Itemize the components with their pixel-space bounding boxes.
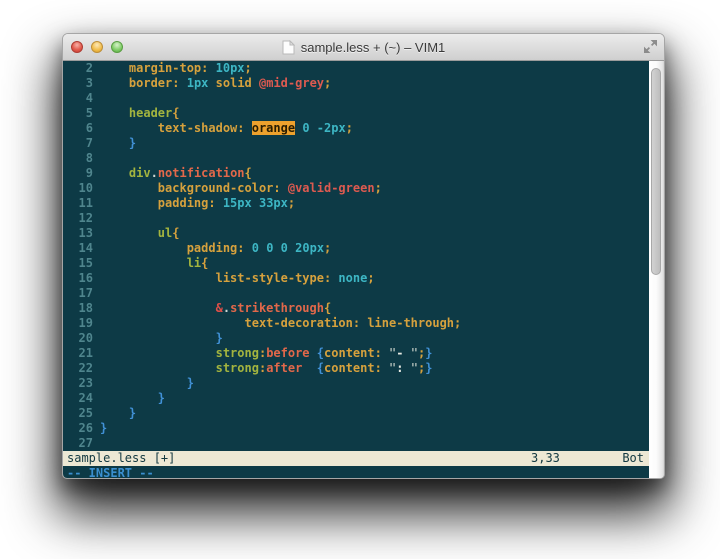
code-line: 13 ul{ [65, 226, 649, 241]
vim-statusline: sample.less [+] 3,33 Bot [63, 451, 649, 466]
line-number: 27 [65, 436, 93, 451]
statusline-ruler: 3,33 [531, 451, 560, 466]
code-text: } [100, 406, 136, 421]
terminal-body: 2 margin-top: 10px;3 border: 1px solid @… [63, 61, 664, 479]
vim-command-line: -- INSERT -- [63, 466, 649, 479]
code-text: div.notification{ [100, 166, 252, 181]
line-number: 21 [65, 346, 93, 361]
code-text: border: 1px solid @mid-grey; [100, 76, 331, 91]
code-line: 6 text-shadow: orange 0 -2px; [65, 121, 649, 136]
line-number: 19 [65, 316, 93, 331]
line-number: 3 [65, 76, 93, 91]
line-number: 14 [65, 241, 93, 256]
code-line: 4 [65, 91, 649, 106]
window-title: sample.less + (~) – VIM1 [301, 40, 446, 55]
vim-mode-indicator: -- INSERT -- [67, 466, 154, 479]
code-text: padding: 15px 33px; [100, 196, 295, 211]
code-line: 3 border: 1px solid @mid-grey; [65, 76, 649, 91]
code-text: &.strikethrough{ [100, 301, 331, 316]
code-line: 24 } [65, 391, 649, 406]
code-text: ul{ [100, 226, 179, 241]
code-text: margin-top: 10px; [100, 61, 252, 76]
code-line: 23 } [65, 376, 649, 391]
code-line: 20 } [65, 331, 649, 346]
code-line: 18 &.strikethrough{ [65, 301, 649, 316]
code-text: strong:before {content: "- ";} [100, 346, 432, 361]
window-title-area: sample.less + (~) – VIM1 [282, 40, 446, 55]
code-line: 15 li{ [65, 256, 649, 271]
line-number: 13 [65, 226, 93, 241]
code-line: 19 text-decoration: line-through; [65, 316, 649, 331]
code-text: } [100, 391, 165, 406]
code-text: padding: 0 0 0 20px; [100, 241, 331, 256]
code-line: 21 strong:before {content: "- ";} [65, 346, 649, 361]
code-text: list-style-type: none; [100, 271, 375, 286]
code-text: } [100, 421, 107, 436]
scrollbar-thumb[interactable] [651, 68, 661, 275]
code-text: header{ [100, 106, 180, 121]
code-line: 16 list-style-type: none; [65, 271, 649, 286]
fullscreen-icon[interactable] [643, 39, 658, 59]
code-text: } [100, 331, 223, 346]
line-number: 11 [65, 196, 93, 211]
code-lines[interactable]: 2 margin-top: 10px;3 border: 1px solid @… [63, 61, 649, 451]
line-number: 24 [65, 391, 93, 406]
statusline-filename: sample.less [+] [67, 451, 175, 465]
line-number: 26 [65, 421, 93, 436]
line-number: 9 [65, 166, 93, 181]
line-number: 15 [65, 256, 93, 271]
code-line: 22 strong:after {content: ": ";} [65, 361, 649, 376]
code-line: 10 background-color: @valid-green; [65, 181, 649, 196]
code-line: 25 } [65, 406, 649, 421]
line-number: 20 [65, 331, 93, 346]
line-number: 5 [65, 106, 93, 121]
statusline-scroll-position: Bot [622, 451, 644, 466]
line-number: 10 [65, 181, 93, 196]
code-line: 7 } [65, 136, 649, 151]
code-text: background-color: @valid-green; [100, 181, 382, 196]
close-button[interactable] [71, 41, 83, 53]
line-number: 6 [65, 121, 93, 136]
line-number: 18 [65, 301, 93, 316]
code-line: 14 padding: 0 0 0 20px; [65, 241, 649, 256]
line-number: 22 [65, 361, 93, 376]
code-text: text-shadow: orange 0 -2px; [100, 121, 353, 136]
vim-window: sample.less + (~) – VIM1 2 margin-top: 1… [62, 33, 665, 479]
document-icon [282, 40, 295, 55]
line-number: 25 [65, 406, 93, 421]
titlebar[interactable]: sample.less + (~) – VIM1 [63, 34, 664, 61]
line-number: 12 [65, 211, 93, 226]
code-text: } [100, 376, 194, 391]
code-line: 17 [65, 286, 649, 301]
code-text: strong:after {content: ": ";} [100, 361, 432, 376]
code-line: 8 [65, 151, 649, 166]
line-number: 2 [65, 61, 93, 76]
code-text: li{ [100, 256, 208, 271]
traffic-lights [71, 34, 123, 60]
code-line: 12 [65, 211, 649, 226]
code-line: 26} [65, 421, 649, 436]
code-text: text-decoration: line-through; [100, 316, 461, 331]
scrollbar-track[interactable] [649, 61, 664, 479]
code-line: 11 padding: 15px 33px; [65, 196, 649, 211]
editor-column: 2 margin-top: 10px;3 border: 1px solid @… [63, 61, 649, 479]
line-number: 23 [65, 376, 93, 391]
code-line: 9 div.notification{ [65, 166, 649, 181]
code-line: 27 [65, 436, 649, 451]
zoom-button[interactable] [111, 41, 123, 53]
minimize-button[interactable] [91, 41, 103, 53]
code-line: 2 margin-top: 10px; [65, 61, 649, 76]
code-text: } [100, 136, 136, 151]
line-number: 16 [65, 271, 93, 286]
line-number: 7 [65, 136, 93, 151]
line-number: 4 [65, 91, 93, 106]
code-line: 5 header{ [65, 106, 649, 121]
line-number: 17 [65, 286, 93, 301]
line-number: 8 [65, 151, 93, 166]
